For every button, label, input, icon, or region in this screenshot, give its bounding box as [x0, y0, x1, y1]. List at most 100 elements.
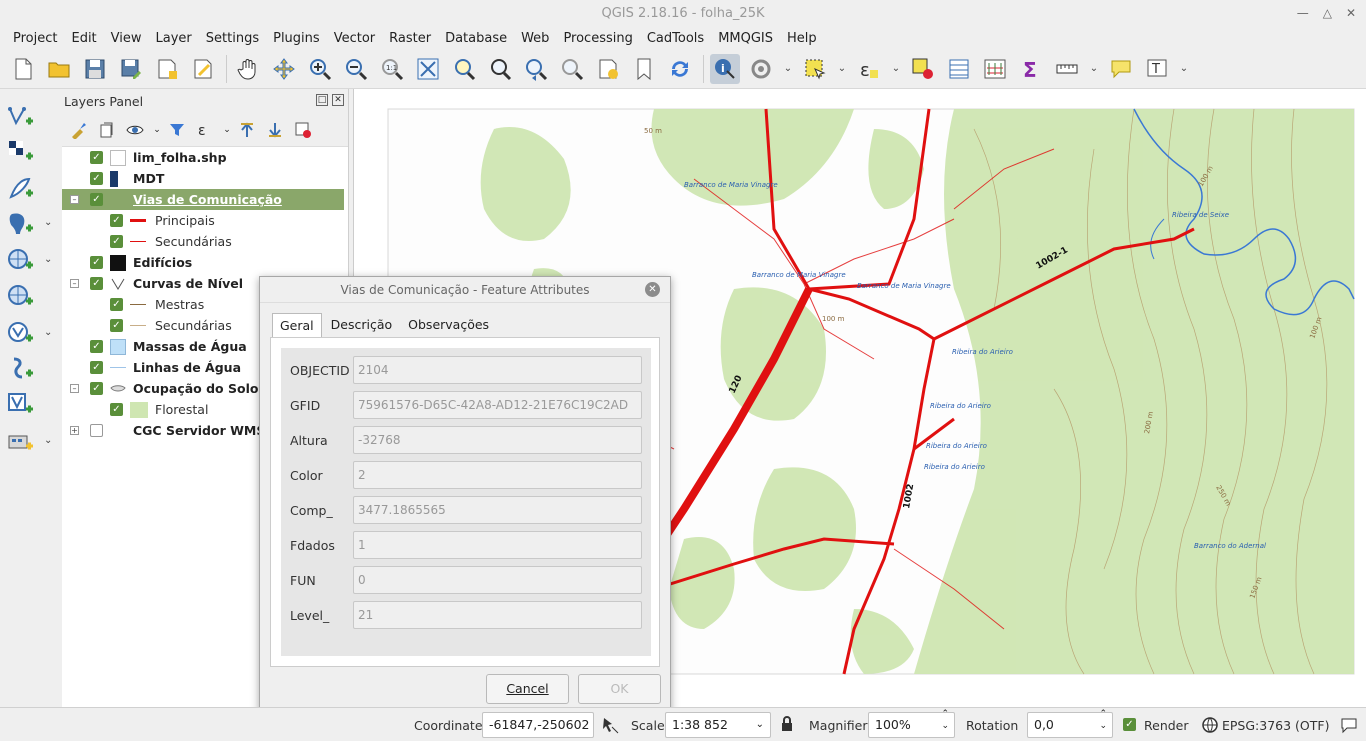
- add-raster-layer-icon[interactable]: [6, 138, 36, 168]
- collapse-icon[interactable]: –: [70, 279, 79, 288]
- menu-settings[interactable]: Settings: [199, 31, 266, 46]
- fdados-field[interactable]: 1: [353, 531, 642, 559]
- messages-icon[interactable]: [1340, 716, 1358, 737]
- layer-checkbox[interactable]: ✓: [90, 340, 103, 353]
- menu-view[interactable]: View: [104, 31, 149, 46]
- menu-web[interactable]: Web: [514, 31, 556, 46]
- collapse-icon[interactable]: –: [70, 384, 79, 393]
- chevron-down-icon[interactable]: ⌄: [152, 119, 162, 141]
- layer-checkbox[interactable]: ✓: [90, 151, 103, 164]
- measure-icon[interactable]: [1052, 54, 1082, 84]
- zoom-to-layer-icon[interactable]: [485, 54, 515, 84]
- menu-vector[interactable]: Vector: [327, 31, 382, 46]
- remove-layer-icon[interactable]: [292, 119, 314, 141]
- chevron-down-icon[interactable]: ⌄: [44, 217, 52, 228]
- zoom-in-icon[interactable]: [305, 54, 335, 84]
- minimize-icon[interactable]: —: [1297, 0, 1309, 27]
- layer-checkbox[interactable]: ✓: [90, 382, 103, 395]
- chevron-down-icon[interactable]: ⌄: [1088, 63, 1100, 74]
- float-panel-icon[interactable]: □: [316, 94, 328, 106]
- altura-field[interactable]: -32768: [353, 426, 642, 454]
- zoom-last-icon[interactable]: [521, 54, 551, 84]
- menu-cadtools[interactable]: CadTools: [640, 31, 711, 46]
- toggle-extents-icon[interactable]: [600, 715, 620, 738]
- menu-processing[interactable]: Processing: [556, 31, 639, 46]
- magnifier-spinbox[interactable]: 100% ⌃ ⌄: [868, 709, 955, 738]
- close-icon[interactable]: ✕: [645, 282, 660, 297]
- attribute-table-icon[interactable]: [944, 54, 974, 84]
- maximize-icon[interactable]: △: [1323, 0, 1332, 27]
- text-annotation-icon[interactable]: T: [1142, 54, 1172, 84]
- filter-by-expression-icon[interactable]: ε: [194, 119, 216, 141]
- map-tips-icon[interactable]: [1106, 54, 1136, 84]
- add-postgis-layer-icon[interactable]: [6, 210, 36, 240]
- tab-observacoes[interactable]: Observações: [401, 313, 496, 337]
- open-project-icon[interactable]: [44, 54, 74, 84]
- zoom-out-icon[interactable]: [341, 54, 371, 84]
- save-project-icon[interactable]: [80, 54, 110, 84]
- add-wfs-layer-icon[interactable]: [6, 320, 36, 350]
- sum-icon[interactable]: Σ: [1016, 54, 1046, 84]
- select-by-expression-icon[interactable]: ε: [854, 54, 884, 84]
- close-icon[interactable]: ✕: [1346, 0, 1356, 27]
- chevron-down-icon[interactable]: ⌄: [44, 435, 52, 446]
- add-delimited-text-icon[interactable]: [6, 175, 36, 205]
- statistical-summary-icon[interactable]: [980, 54, 1010, 84]
- add-vector-layer-icon[interactable]: [6, 103, 36, 133]
- pan-to-selection-icon[interactable]: [269, 54, 299, 84]
- render-checkbox[interactable]: ✓: [1123, 718, 1136, 731]
- layer-item-vias-de-comunicacao[interactable]: – ✓ Vias de Comunicação: [62, 189, 344, 210]
- chevron-down-icon[interactable]: ⌄: [44, 327, 52, 338]
- color-field[interactable]: 2: [353, 461, 642, 489]
- composer-manager-icon[interactable]: [188, 54, 218, 84]
- zoom-to-selection-icon[interactable]: [449, 54, 479, 84]
- menu-help[interactable]: Help: [780, 31, 824, 46]
- layer-checkbox[interactable]: ✓: [90, 172, 103, 185]
- zoom-native-icon[interactable]: 1:1: [377, 54, 407, 84]
- scale-combobox[interactable]: 1:38 852 ⌄: [665, 712, 771, 738]
- gfid-field[interactable]: 75961576-D65C-42A8-AD12-21E76C19C2AD: [353, 391, 642, 419]
- menu-edit[interactable]: Edit: [64, 31, 103, 46]
- menu-database[interactable]: Database: [438, 31, 514, 46]
- run-feature-action-icon[interactable]: [746, 54, 776, 84]
- menu-mmqgis[interactable]: MMQGIS: [711, 31, 780, 46]
- style-manager-icon[interactable]: [68, 119, 90, 141]
- ok-button[interactable]: OK: [578, 674, 661, 704]
- comp-field[interactable]: 3477.1865565: [353, 496, 642, 524]
- menu-raster[interactable]: Raster: [382, 31, 438, 46]
- pan-hand-icon[interactable]: [233, 54, 263, 84]
- layer-item-secundarias-vias[interactable]: ✓ Secundárias: [62, 231, 344, 252]
- tab-descricao[interactable]: Descrição: [324, 313, 400, 337]
- bookmark-icon[interactable]: [629, 54, 659, 84]
- filter-legend-icon[interactable]: [166, 119, 188, 141]
- add-wms-layer-icon[interactable]: [6, 247, 36, 277]
- expand-all-icon[interactable]: [236, 119, 258, 141]
- new-shapefile-layer-icon[interactable]: [6, 428, 36, 458]
- save-as-icon[interactable]: [116, 54, 146, 84]
- add-wcs-layer-icon[interactable]: [6, 283, 36, 313]
- chevron-down-icon[interactable]: ⌄: [782, 63, 794, 74]
- collapse-icon[interactable]: –: [70, 195, 79, 204]
- layer-checkbox[interactable]: ✓: [110, 319, 123, 332]
- deselect-all-icon[interactable]: [908, 54, 938, 84]
- rotation-spinbox[interactable]: 0,0 ⌃ ⌄: [1027, 709, 1113, 738]
- add-group-icon[interactable]: [96, 119, 118, 141]
- level-field[interactable]: 21: [353, 601, 642, 629]
- new-project-icon[interactable]: [8, 54, 38, 84]
- layer-checkbox[interactable]: ✓: [90, 193, 103, 206]
- zoom-next-icon[interactable]: [557, 54, 587, 84]
- layer-item-principais[interactable]: ✓ Principais: [62, 210, 344, 231]
- layer-checkbox[interactable]: ✓: [110, 235, 123, 248]
- globe-icon[interactable]: [1202, 717, 1218, 736]
- layer-checkbox[interactable]: [90, 424, 103, 437]
- zoom-full-icon[interactable]: [413, 54, 443, 84]
- new-map-view-icon[interactable]: [593, 54, 623, 84]
- close-panel-icon[interactable]: ✕: [332, 94, 344, 106]
- layer-checkbox[interactable]: ✓: [110, 214, 123, 227]
- coordinate-field[interactable]: -61847,-250602: [482, 712, 594, 738]
- menu-layer[interactable]: Layer: [149, 31, 199, 46]
- layer-checkbox[interactable]: ✓: [110, 403, 123, 416]
- layer-checkbox[interactable]: ✓: [90, 361, 103, 374]
- menu-plugins[interactable]: Plugins: [266, 31, 327, 46]
- layer-item-edificios[interactable]: ✓ Edifícios: [62, 252, 344, 273]
